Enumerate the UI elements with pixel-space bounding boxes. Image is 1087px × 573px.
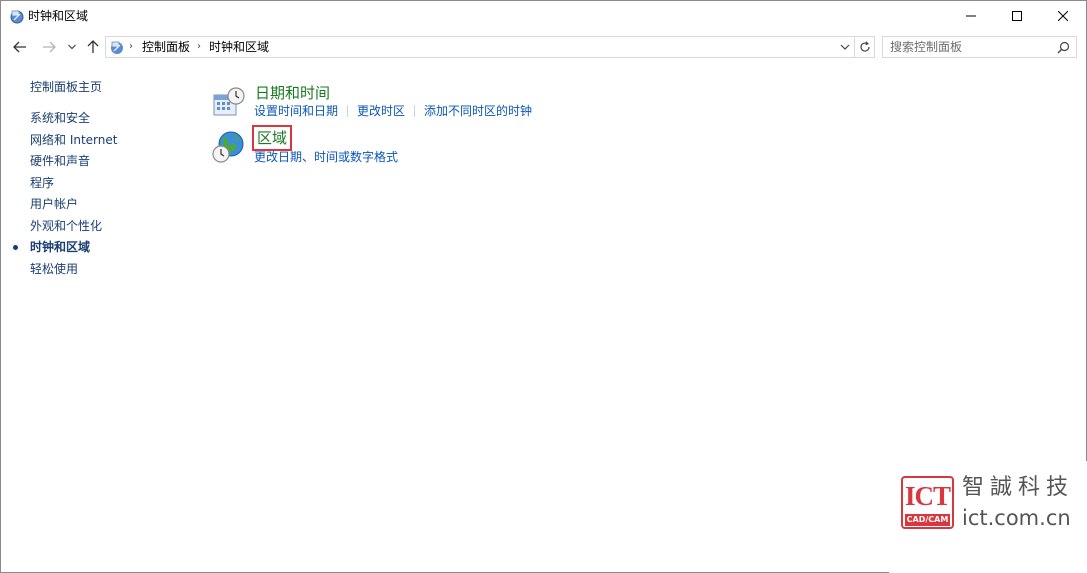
recent-locations-button[interactable] xyxy=(66,38,78,56)
link-separator xyxy=(347,105,349,117)
arrow-up-icon xyxy=(87,40,99,53)
category-links-date-time: 设置时间和日期 更改时区 添加不同时区的时钟 xyxy=(254,103,532,119)
sidebar-item-home[interactable]: 控制面板主页 xyxy=(30,79,102,95)
watermark-url: ict.com.cn xyxy=(962,506,1071,530)
sidebar-item-system-security[interactable]: 系统和安全 xyxy=(30,110,90,126)
maximize-button[interactable] xyxy=(994,1,1040,31)
sidebar-item-clock-region[interactable]: 时钟和区域 xyxy=(30,239,90,255)
link-set-time-date[interactable]: 设置时间和日期 xyxy=(254,103,338,119)
address-bar[interactable]: › 控制面板 › 时钟和区域 xyxy=(105,36,855,58)
sidebar-item-programs[interactable]: 程序 xyxy=(30,175,54,191)
watermark-logo: ICT CAD/CAM xyxy=(901,476,954,529)
sidebar-item-hardware-sound[interactable]: 硬件和声音 xyxy=(30,153,90,169)
sidebar-item-ease-of-access[interactable]: 轻松使用 xyxy=(30,261,78,277)
search-input[interactable]: 搜索控制面板 xyxy=(890,40,962,55)
link-change-time-zone[interactable]: 更改时区 xyxy=(357,103,405,119)
watermark-logo-sub: CAD/CAM xyxy=(905,514,950,526)
close-button[interactable] xyxy=(1040,1,1086,31)
refresh-icon xyxy=(859,41,870,52)
breadcrumb-separator[interactable]: › xyxy=(197,41,201,52)
search-box[interactable]: 搜索控制面板 xyxy=(882,36,1077,58)
date-time-icon[interactable] xyxy=(211,85,247,121)
breadcrumb-control-panel[interactable]: 控制面板 xyxy=(142,40,190,55)
chevron-down-icon[interactable] xyxy=(838,40,852,54)
control-panel-window: 时钟和区域 › 控制面板 › 时钟和区域 搜索控制面板 控制面板主页 系统和安全… xyxy=(0,0,1087,573)
back-button[interactable] xyxy=(11,38,29,56)
globe-clock-icon[interactable] xyxy=(211,129,247,165)
close-icon xyxy=(1058,11,1068,21)
arrow-right-icon xyxy=(43,41,56,53)
category-title-region[interactable]: 区域 xyxy=(251,125,293,151)
chevron-down-icon xyxy=(68,44,76,50)
link-change-formats[interactable]: 更改日期、时间或数字格式 xyxy=(254,149,398,165)
watermark: ICT CAD/CAM 智誠科技 ict.com.cn xyxy=(889,461,1087,573)
category-title-date-time[interactable]: 日期和时间 xyxy=(255,83,330,103)
control-panel-icon xyxy=(111,41,123,54)
link-add-clocks[interactable]: 添加不同时区的时钟 xyxy=(424,103,532,119)
category-links-region: 更改日期、时间或数字格式 xyxy=(254,149,398,165)
minimize-button[interactable] xyxy=(948,1,994,31)
navigation-bar: › 控制面板 › 时钟和区域 搜索控制面板 xyxy=(1,34,1086,60)
control-panel-icon xyxy=(10,10,24,24)
refresh-button[interactable] xyxy=(855,36,875,58)
breadcrumb-separator[interactable]: › xyxy=(129,41,133,52)
title-bar: 时钟和区域 xyxy=(1,1,1086,31)
sidebar-item-user-accounts[interactable]: 用户帐户 xyxy=(30,196,78,212)
sidebar-item-network-internet[interactable]: 网络和 Internet xyxy=(30,132,117,148)
current-item-bullet xyxy=(13,245,18,250)
forward-button[interactable] xyxy=(40,38,58,56)
link-separator xyxy=(414,105,416,117)
arrow-left-icon xyxy=(13,41,26,53)
sidebar-item-appearance[interactable]: 外观和个性化 xyxy=(30,218,102,234)
watermark-company: 智誠科技 xyxy=(962,475,1075,500)
maximize-icon xyxy=(1012,11,1022,21)
watermark-logo-text: ICT xyxy=(905,481,951,511)
window-title: 时钟和区域 xyxy=(28,9,89,23)
minimize-icon xyxy=(966,15,976,17)
up-button[interactable] xyxy=(85,38,101,56)
breadcrumb-clock-region[interactable]: 时钟和区域 xyxy=(209,40,269,55)
search-icon[interactable] xyxy=(1057,41,1070,54)
